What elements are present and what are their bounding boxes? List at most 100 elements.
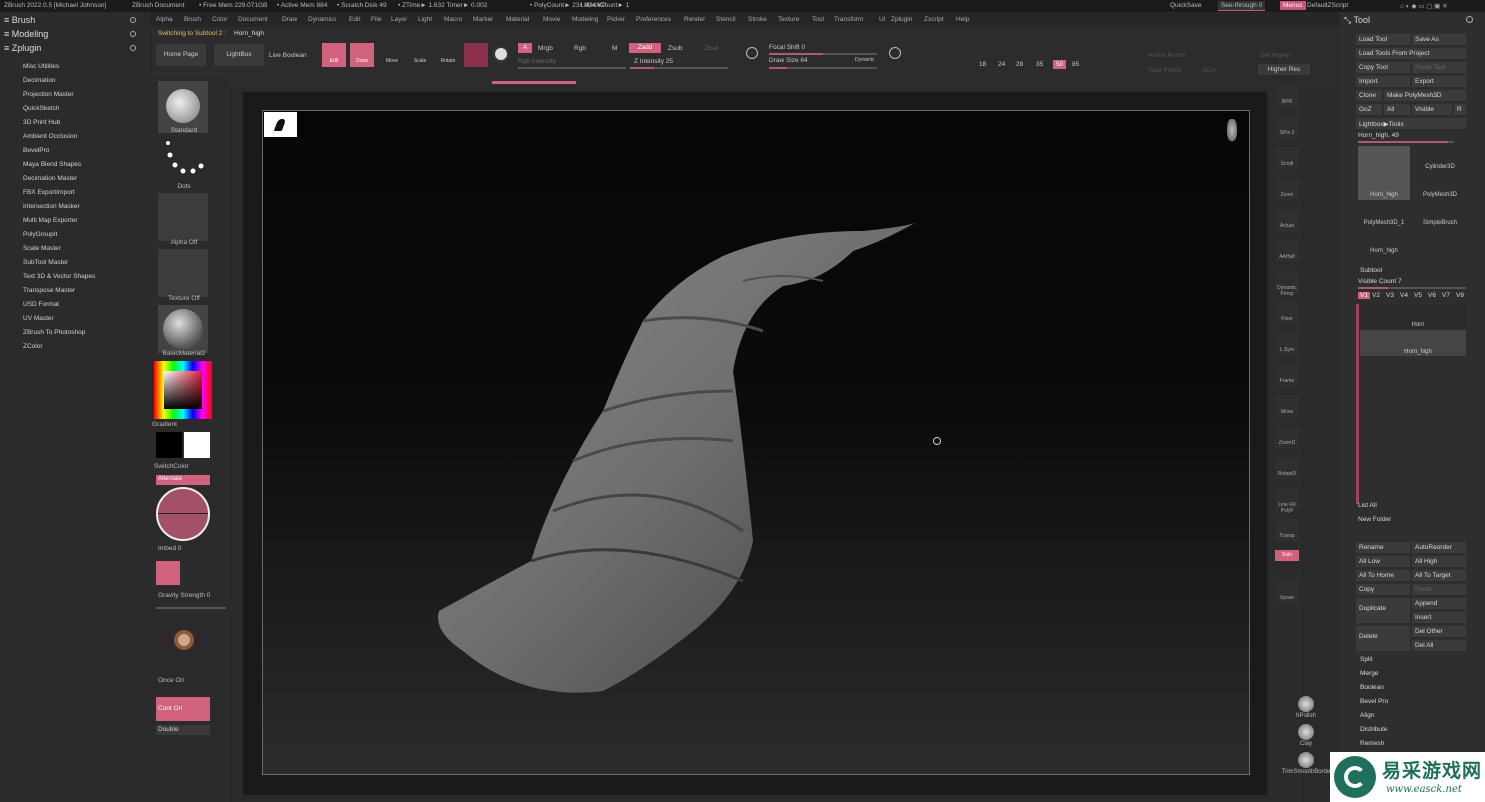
draw-size-track[interactable]: [769, 67, 877, 69]
shelf-scroll[interactable]: Scroll: [1275, 147, 1299, 169]
autoreorder-button[interactable]: AutoReorder: [1412, 542, 1466, 553]
rotate-button[interactable]: Rotate: [436, 43, 460, 67]
del-all-button[interactable]: Del All: [1412, 640, 1466, 651]
menu-modeling[interactable]: Modeling: [572, 16, 598, 23]
list-all-button[interactable]: List All: [1358, 502, 1377, 509]
menu-light[interactable]: Light: [418, 16, 432, 23]
home-page-button[interactable]: Home Page: [156, 44, 206, 66]
main-color-swatch[interactable]: [184, 432, 210, 458]
clone-button[interactable]: Clone: [1356, 90, 1382, 101]
menu-material[interactable]: Material: [506, 16, 529, 23]
modeling-palette-header[interactable]: ≡ Modeling: [4, 29, 48, 39]
shelf-frame[interactable]: Frame: [1275, 364, 1299, 386]
delete-button[interactable]: Delete: [1356, 626, 1410, 651]
shelf-aahalf[interactable]: AAHalf: [1275, 240, 1299, 262]
view-button-v6[interactable]: V6: [1428, 292, 1436, 299]
m-button[interactable]: M: [612, 45, 617, 52]
view-button-v4[interactable]: V4: [1400, 292, 1408, 299]
gravity-strength-track[interactable]: [156, 607, 226, 609]
view-button-v8[interactable]: V8: [1456, 292, 1464, 299]
menu-brush[interactable]: Brush: [184, 16, 201, 23]
menu-draw[interactable]: Draw: [282, 16, 297, 23]
paste-button[interactable]: Paste: [1412, 584, 1466, 595]
stroke-thumb[interactable]: [158, 137, 208, 189]
plugin-item[interactable]: Text 3D & Vector Shapes: [23, 273, 95, 280]
current-tool-track[interactable]: [1358, 141, 1454, 143]
shelf-line-fill-polyf[interactable]: Line Fill PolyF: [1275, 488, 1299, 514]
menu-layer[interactable]: Layer: [391, 16, 407, 23]
paste-tool-button[interactable]: Paste Tool: [1412, 62, 1466, 73]
focal-shift-icon[interactable]: [746, 47, 758, 59]
menu-movie[interactable]: Movie: [543, 16, 560, 23]
plugin-item[interactable]: Transpose Master: [23, 287, 75, 294]
subtool-row-horn[interactable]: Horn: [1360, 304, 1466, 328]
menu-preferences[interactable]: Preferences: [636, 16, 671, 23]
plugin-item[interactable]: PolyGroupIt: [23, 231, 57, 238]
texture-thumb[interactable]: [158, 249, 208, 297]
plugin-item[interactable]: Decimation: [23, 77, 56, 84]
draw-size-slider[interactable]: Draw Size 64: [769, 57, 808, 64]
a-button[interactable]: A: [518, 43, 532, 53]
copy-tool-button[interactable]: Copy Tool: [1356, 62, 1410, 73]
z-intensity-slider[interactable]: Z Intensity 25: [634, 58, 673, 65]
plugin-item[interactable]: Maya Blend Shapes: [23, 161, 81, 168]
shelf-spix-3[interactable]: SPix 3: [1275, 116, 1299, 138]
visible-count-slider[interactable]: Visible Count 7: [1358, 278, 1402, 285]
del-higher-button[interactable]: Del Higher: [1260, 52, 1291, 59]
plugin-item[interactable]: UV Master: [23, 315, 54, 322]
standard-brush-thumb[interactable]: [158, 81, 208, 133]
trimsmooth-brush-icon[interactable]: [1298, 752, 1314, 768]
export-button[interactable]: Export: [1412, 76, 1466, 87]
backtrack-icon[interactable]: [174, 630, 194, 650]
edit-curve-icon[interactable]: [156, 487, 210, 541]
plugin-item[interactable]: ZColor: [23, 343, 43, 350]
imbed-slider[interactable]: Imbed 0: [158, 545, 210, 552]
subtool-section-header[interactable]: Subtool: [1360, 267, 1382, 274]
secondary-color-swatch[interactable]: [156, 432, 182, 458]
see-through-slider[interactable]: See-through 0: [1218, 1, 1266, 11]
material-thumb[interactable]: [158, 305, 208, 353]
lightbox-tools-button[interactable]: Lightbox▶Tools: [1356, 118, 1466, 129]
make-polymesh-button[interactable]: Make PolyMesh3D: [1384, 90, 1466, 101]
material-sphere-icon[interactable]: [492, 45, 510, 63]
plugin-item[interactable]: ZBrush To Photoshop: [23, 329, 85, 336]
palette-pin-icon[interactable]: [130, 17, 136, 23]
menu-tool[interactable]: Tool: [812, 16, 824, 23]
copy-button[interactable]: Copy: [1356, 584, 1410, 595]
all-high-button[interactable]: All High: [1412, 556, 1466, 567]
focal-length-24[interactable]: 24: [998, 61, 1005, 68]
gravity-strength-slider[interactable]: Gravity Strength 0: [158, 592, 228, 599]
focal-length-85[interactable]: 85: [1072, 61, 1079, 68]
all-low-button[interactable]: All Low: [1356, 556, 1410, 567]
visible-count-track[interactable]: [1358, 287, 1466, 289]
shelf-solo[interactable]: Solo: [1275, 550, 1299, 561]
shelf-rotated[interactable]: RotateD: [1275, 457, 1299, 479]
new-folder-button[interactable]: New Folder: [1358, 516, 1391, 523]
shelf-zoom[interactable]: Zoom: [1275, 178, 1299, 200]
draw-button[interactable]: Draw: [350, 43, 374, 67]
palette-pin-icon[interactable]: [130, 45, 136, 51]
menu-document[interactable]: Document: [238, 16, 268, 23]
mrgb-button[interactable]: Mrgb: [538, 45, 553, 52]
plugin-item[interactable]: Misc Utilities: [23, 63, 59, 70]
import-button[interactable]: Import: [1356, 76, 1410, 87]
dynamic-toggle[interactable]: Dynamic: [855, 57, 874, 63]
goz-all-button[interactable]: All: [1384, 104, 1410, 115]
clay-brush-icon[interactable]: [1298, 724, 1314, 740]
plugin-item[interactable]: Ambient Occlusion: [23, 133, 77, 140]
tool-tile-simplebrush[interactable]: SimpleBrush: [1414, 202, 1466, 228]
z-intensity-track[interactable]: [630, 67, 728, 69]
brush-icon[interactable]: [156, 561, 180, 585]
shelf-floor[interactable]: Floor: [1275, 302, 1299, 324]
focal-length-18[interactable]: 18: [979, 61, 986, 68]
menu-zplugin[interactable]: Zplugin: [891, 16, 912, 23]
all-to-home-button[interactable]: All To Home: [1356, 570, 1410, 581]
current-tool-slider[interactable]: Horn_high. 49: [1358, 132, 1399, 139]
hpolish-brush-icon[interactable]: [1298, 696, 1314, 712]
menu-alpha[interactable]: Alpha: [156, 16, 173, 23]
subtool-row-horn-high[interactable]: Horn_high: [1360, 330, 1466, 356]
menu-picker[interactable]: Picker: [607, 16, 625, 23]
document-canvas[interactable]: [262, 110, 1250, 775]
menu-file[interactable]: File: [371, 16, 381, 23]
menu-marker[interactable]: Marker: [473, 16, 493, 23]
